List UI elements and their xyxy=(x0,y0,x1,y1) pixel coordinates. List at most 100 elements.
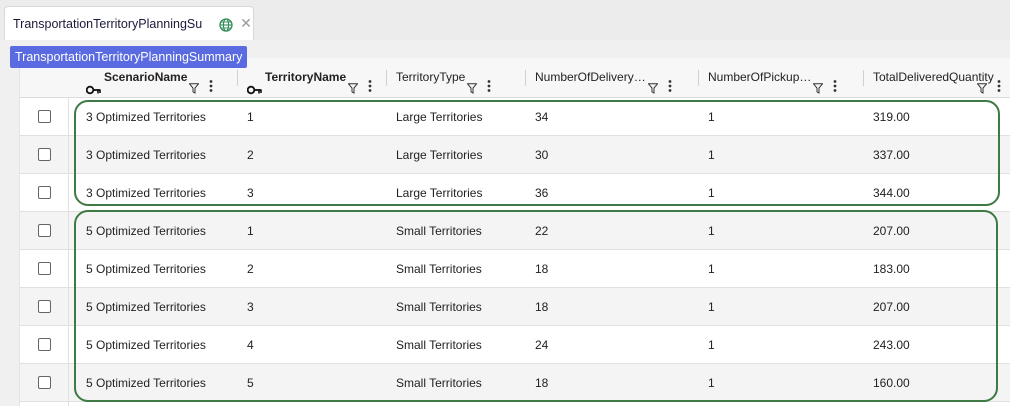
table-cell: 319.00 xyxy=(873,110,910,124)
table-cell: 22 xyxy=(535,224,549,238)
column-header-label: TerritoryType xyxy=(396,70,466,84)
table-row[interactable]: 5 Optimized Territories 3 Small Territorie… xyxy=(20,288,1010,326)
kebab-menu-icon[interactable] xyxy=(997,70,1001,92)
table-cell: 3 Optimized Territories xyxy=(86,186,206,200)
table-cell: Large Territories xyxy=(396,186,483,200)
table-cell: 207.00 xyxy=(873,224,910,238)
table-cell: 30 xyxy=(535,148,549,162)
tab-bar: TransportationTerritoryPlanningSu ✕ xyxy=(0,0,1010,40)
table-cell: Large Territories xyxy=(396,148,483,162)
table-row[interactable]: 3 Optimized Territories 1 Large Territorie… xyxy=(20,98,1010,136)
table-cell: 36 xyxy=(535,186,549,200)
row-checkbox[interactable] xyxy=(38,148,51,161)
row-checkbox[interactable] xyxy=(38,338,51,351)
table-cell: 1 xyxy=(708,376,715,390)
table-cell: 18 xyxy=(535,262,549,276)
table-cell: 34 xyxy=(535,110,549,124)
column-header-totaldeliveredquantity[interactable]: TotalDeliveredQuantity xyxy=(873,58,1010,98)
filter-icon[interactable] xyxy=(647,71,659,94)
table-cell: 183.00 xyxy=(873,262,910,276)
table-cell: Small Territories xyxy=(396,262,482,276)
table-cell: Small Territories xyxy=(396,338,482,352)
table-cell: 5 Optimized Territories xyxy=(86,300,206,314)
table-cell: Small Territories xyxy=(396,224,482,238)
column-header-territorytype[interactable]: TerritoryType xyxy=(396,58,532,98)
row-checkbox[interactable] xyxy=(38,224,51,237)
table-cell: 1 xyxy=(708,148,715,162)
filter-icon[interactable] xyxy=(812,71,824,94)
kebab-menu-icon[interactable] xyxy=(668,70,672,92)
table-cell: 1 xyxy=(708,262,715,276)
table-cell: 160.00 xyxy=(873,376,910,390)
table-cell: Small Territories xyxy=(396,376,482,390)
column-separator[interactable] xyxy=(698,70,699,86)
table-cell: 5 Optimized Territories xyxy=(86,338,206,352)
column-header-territoryname[interactable]: TerritoryName xyxy=(246,58,393,98)
table-cell: 1 xyxy=(708,186,715,200)
table-cell: 4 xyxy=(247,338,254,352)
table-cell: Large Territories xyxy=(396,110,483,124)
table-cell: 1 xyxy=(708,110,715,124)
table-cell: 24 xyxy=(535,338,549,352)
table-row[interactable]: 5 Optimized Territories 5 Small Territorie… xyxy=(20,364,1010,402)
tab-tooltip: TransportationTerritoryPlanningSummary xyxy=(10,46,248,68)
tab-title: TransportationTerritoryPlanningSu xyxy=(13,17,203,31)
column-separator[interactable] xyxy=(386,70,387,86)
kebab-menu-icon[interactable] xyxy=(209,70,213,92)
table-cell: 18 xyxy=(535,376,549,390)
table-cell: 1 xyxy=(708,300,715,314)
table-cell: 2 xyxy=(247,148,254,162)
kebab-menu-icon[interactable] xyxy=(368,70,372,92)
table-cell: 1 xyxy=(247,110,254,124)
table-cell: 337.00 xyxy=(873,148,910,162)
column-header-numberofdelivery[interactable]: NumberOfDelivery… xyxy=(535,58,705,98)
table-cell: 1 xyxy=(247,224,254,238)
table-cell: 5 Optimized Territories xyxy=(86,224,206,238)
kebab-menu-icon[interactable] xyxy=(487,70,491,92)
table-cell: 1 xyxy=(708,224,715,238)
column-header-label: TotalDeliveredQuantity xyxy=(873,70,994,84)
filter-icon[interactable] xyxy=(188,71,200,94)
table-cell: 5 Optimized Territories xyxy=(86,262,206,276)
table-cell: 18 xyxy=(535,300,549,314)
table-row[interactable]: 5 Optimized Territories 1 Small Territorie… xyxy=(20,212,1010,250)
row-checkbox[interactable] xyxy=(38,262,51,275)
column-header-label: NumberOfPickup… xyxy=(708,70,812,84)
table-cell: 3 xyxy=(247,300,254,314)
column-header-label: NumberOfDelivery… xyxy=(535,70,646,84)
table-cell: 243.00 xyxy=(873,338,910,352)
row-checkbox[interactable] xyxy=(38,300,51,313)
column-separator[interactable] xyxy=(237,70,238,86)
filter-icon[interactable] xyxy=(347,71,359,94)
tab-transportation-territory-planning-summary[interactable]: TransportationTerritoryPlanningSu ✕ xyxy=(4,6,254,40)
close-icon[interactable]: ✕ xyxy=(239,16,253,30)
table-cell: 207.00 xyxy=(873,300,910,314)
table-row[interactable]: 5 Optimized Territories 2 Small Territorie… xyxy=(20,250,1010,288)
table-row[interactable]: 3 Optimized Territories 3 Large Territorie… xyxy=(20,174,1010,212)
column-header-label: TerritoryName xyxy=(265,70,347,84)
column-separator[interactable] xyxy=(863,70,864,86)
column-separator[interactable] xyxy=(525,70,526,86)
table-cell: 5 Optimized Territories xyxy=(86,376,206,390)
globe-icon xyxy=(219,18,233,32)
key-icon xyxy=(246,72,262,95)
table-cell: 3 Optimized Territories xyxy=(86,148,206,162)
filter-icon[interactable] xyxy=(976,71,988,94)
table-cell: Small Territories xyxy=(396,300,482,314)
table-cell: 3 xyxy=(247,186,254,200)
table-row[interactable]: 3 Optimized Territories 2 Large Territorie… xyxy=(20,136,1010,174)
table-cell: 2 xyxy=(247,262,254,276)
row-checkbox[interactable] xyxy=(38,110,51,123)
row-checkbox[interactable] xyxy=(38,376,51,389)
filter-icon[interactable] xyxy=(466,71,478,94)
row-checkbox[interactable] xyxy=(38,186,51,199)
table-cell: 344.00 xyxy=(873,186,910,200)
selection-column-divider xyxy=(68,98,69,406)
kebab-menu-icon[interactable] xyxy=(833,70,837,92)
column-header-numberofpickup[interactable]: NumberOfPickup… xyxy=(708,58,870,98)
table-cell: 5 xyxy=(247,376,254,390)
table-cell: 3 Optimized Territories xyxy=(86,110,206,124)
data-grid: ScenarioName TerritoryName TerritoryType Nu… xyxy=(19,58,1010,406)
table-row[interactable]: 5 Optimized Territories 4 Small Territorie… xyxy=(20,326,1010,364)
key-icon xyxy=(85,72,101,95)
